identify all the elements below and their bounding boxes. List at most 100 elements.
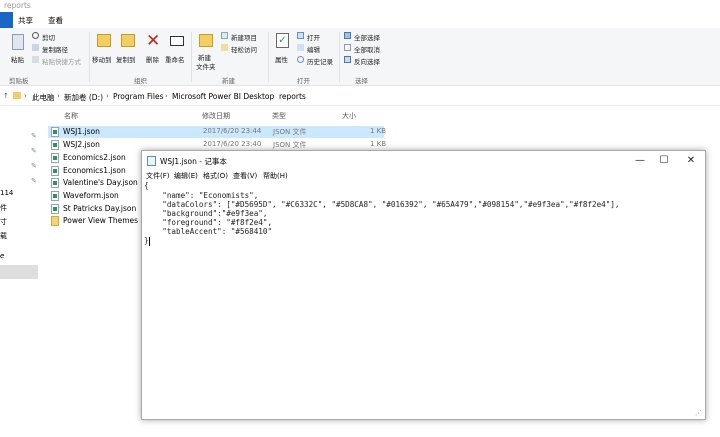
move-to-icon[interactable] [97, 34, 111, 47]
notepad-icon [147, 156, 156, 166]
history-button[interactable]: 历史记录 [307, 56, 333, 66]
maximize-icon[interactable]: ☐ [657, 154, 671, 168]
pin-icon[interactable]: ✎ [31, 177, 37, 185]
json-file-icon [51, 191, 59, 201]
breadcrumb-power-bi[interactable]: Microsoft Power BI Desktop [172, 92, 274, 101]
file-name: St Patricks Day.json [63, 204, 137, 213]
pin-icon[interactable]: ✎ [31, 162, 37, 170]
folder-icon [13, 92, 21, 99]
move-to-button[interactable]: 移动到 [92, 54, 112, 64]
file-name: Economics2.json [63, 153, 126, 162]
notepad-window[interactable]: WSJ1.json - 记事本 — ☐ ✕ 文件(F) 编辑(E) 格式(O) … [141, 150, 706, 420]
up-arrow-icon[interactable]: ↑ [3, 92, 9, 100]
json-file-icon [51, 166, 59, 176]
tab-view[interactable]: 查看 [48, 15, 63, 26]
file-size: 1 KB [370, 140, 387, 148]
paste-button[interactable]: 粘贴 [11, 54, 24, 64]
json-file-icon [51, 204, 59, 214]
file-type: JSON 文件 [273, 141, 307, 149]
breadcrumb-this-pc[interactable]: 此电脑 [32, 92, 55, 103]
invert-selection-button[interactable]: 反向选择 [354, 56, 380, 66]
menu-edit[interactable]: 编辑(E) [174, 171, 198, 181]
open-button[interactable]: 打开 [307, 32, 320, 42]
delete-icon[interactable]: ✕ [146, 31, 160, 51]
new-item-icon [221, 32, 228, 39]
select-none-button[interactable]: 全部取消 [354, 44, 380, 54]
notepad-title: WSJ1.json - 记事本 [160, 157, 227, 166]
file-date: 2017/6/20 23:40 [203, 140, 262, 148]
chevron-right-icon: › [106, 92, 109, 100]
new-item-button[interactable]: 新建项目 [231, 32, 257, 42]
tab-share[interactable]: 共享 [18, 15, 33, 26]
file-row[interactable]: WSJ1.json 2017/6/20 23:44 JSON 文件 1 KB [48, 126, 386, 138]
column-header-size[interactable]: 大小 [342, 111, 356, 121]
text-line: "background":"#e9f3ea", [144, 209, 268, 218]
column-header-type[interactable]: 类型 [272, 111, 286, 121]
close-icon[interactable]: ✕ [684, 154, 698, 168]
column-header-name[interactable]: 名称 [64, 111, 78, 121]
new-folder-icon[interactable] [199, 34, 213, 47]
nav-item-label[interactable]: e [0, 252, 4, 260]
notepad-text-area[interactable]: { "name": "Economists", "dataColors": ["… [144, 181, 699, 416]
copy-to-button[interactable]: 复制到 [116, 54, 136, 64]
resize-grip-icon[interactable]: ⋰ [695, 409, 703, 417]
chevron-right-icon: › [57, 92, 60, 100]
text-line: "foreground": "#f8f2e4", [144, 218, 273, 227]
text-line: "dataColors": ["#D5695D", "#C6332C", "#5… [144, 200, 620, 209]
nav-item-selected[interactable] [0, 265, 38, 279]
edit-icon [297, 44, 304, 51]
menu-help[interactable]: 帮助(H) [263, 171, 288, 181]
copy-to-icon[interactable] [121, 34, 135, 47]
pin-icon[interactable]: ✎ [31, 147, 37, 155]
chevron-right-icon: › [24, 92, 27, 100]
scissors-icon [32, 32, 39, 39]
menu-file[interactable]: 文件(F) [146, 171, 170, 181]
paste-shortcut-button[interactable]: 粘贴快捷方式 [42, 56, 81, 66]
tab-file[interactable] [0, 12, 13, 28]
breadcrumb-reports[interactable]: reports [279, 92, 306, 101]
copy-path-button[interactable]: 复制路径 [42, 44, 68, 54]
file-name: Valentine's Day.json [63, 178, 138, 187]
breadcrumb-program-files[interactable]: Program Files [113, 92, 164, 101]
address-bar[interactable]: ↑ › 此电脑 › 新加卷 (D:) › Program Files › Mic… [0, 87, 720, 106]
nav-item-label[interactable]: 件 [0, 203, 7, 213]
select-all-icon [344, 32, 351, 39]
column-header-date[interactable]: 修改日期 [202, 111, 230, 121]
window-title: reports [4, 1, 31, 10]
file-name: Economics1.json [63, 166, 126, 175]
properties-icon[interactable]: ✓ [276, 33, 289, 48]
pin-icon[interactable]: ✎ [31, 132, 37, 140]
notepad-title-bar[interactable]: WSJ1.json - 记事本 — ☐ ✕ [142, 151, 705, 171]
group-new-label: 新建 [222, 77, 235, 85]
invert-selection-icon [344, 56, 351, 63]
history-icon [297, 56, 304, 63]
file-name: Waveform.json [63, 191, 119, 200]
menu-view[interactable]: 查看(V) [233, 171, 257, 181]
cut-button[interactable]: 剪切 [42, 32, 55, 42]
properties-button[interactable]: 属性 [275, 54, 288, 64]
easy-access-button[interactable]: 轻松访问 [231, 44, 257, 54]
json-file-icon [51, 140, 59, 150]
rename-button[interactable]: 重命名 [165, 54, 185, 64]
file-name: Power View Themes [63, 216, 139, 225]
rename-icon[interactable] [170, 36, 184, 46]
nav-item-label[interactable]: 载 [0, 231, 7, 241]
nav-item-label[interactable]: 寸 [0, 217, 7, 227]
delete-button[interactable]: 删除 [146, 54, 159, 64]
breadcrumb-drive[interactable]: 新加卷 (D:) [64, 92, 103, 103]
menu-format[interactable]: 格式(O) [203, 171, 228, 181]
select-none-icon [344, 44, 351, 51]
easy-access-icon [221, 44, 228, 51]
copy-path-icon [32, 44, 39, 51]
text-line: { [144, 181, 149, 190]
new-folder-button-line2[interactable]: 文件夹 [196, 61, 216, 71]
select-all-button[interactable]: 全部选择 [354, 32, 380, 42]
file-name: WSJ2.json [63, 140, 100, 149]
edit-button[interactable]: 编辑 [307, 44, 320, 54]
file-date: 2017/6/20 23:44 [203, 127, 262, 135]
paste-icon[interactable] [12, 34, 24, 50]
ribbon: 粘贴 剪切 复制路径 粘贴快捷方式 剪贴板 移动到 复制到 ✕ 删除 重命名 组… [0, 28, 720, 86]
minimize-icon[interactable]: — [633, 154, 647, 168]
nav-item-label[interactable]: 114 [0, 189, 13, 197]
json-file-icon [51, 127, 59, 137]
